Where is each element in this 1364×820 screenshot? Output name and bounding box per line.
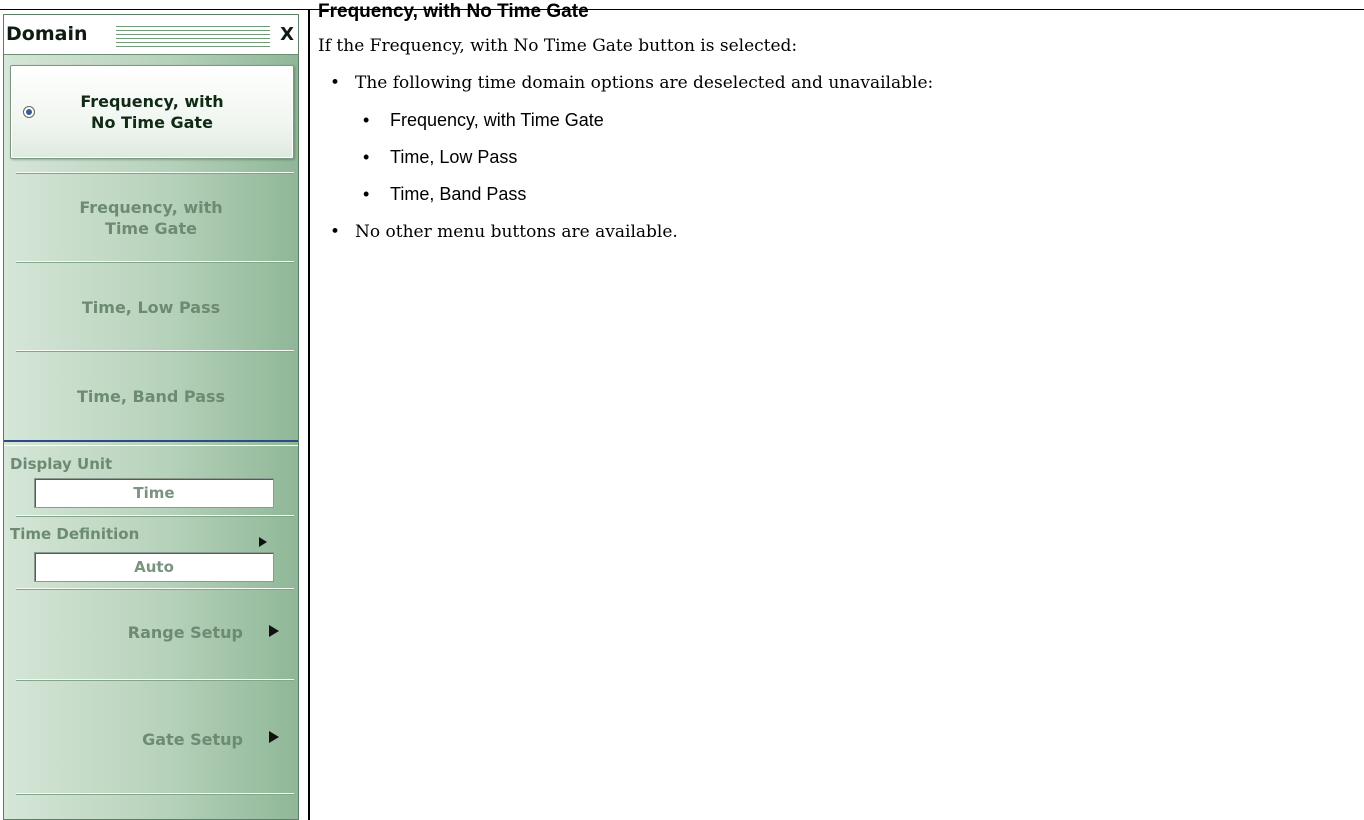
close-icon[interactable]: X [276, 24, 294, 45]
intro-text: If the Frequency, with No Time Gate butt… [318, 36, 798, 56]
separator [16, 588, 294, 590]
range-setup-button[interactable]: Range Setup [4, 591, 298, 678]
title-bar-grip [116, 26, 270, 48]
radio-selected-icon [23, 106, 35, 118]
display-unit-field[interactable]: Time [34, 478, 274, 508]
separator [16, 261, 294, 263]
table-top-rule [0, 9, 1364, 10]
bullet-text: The following time domain options are de… [355, 73, 934, 93]
time-low-pass-button[interactable]: Time, Low Pass [4, 264, 298, 350]
sub-bullet-text: Time, Low Pass [390, 147, 518, 167]
sub-bullet-text: Time, Band Pass [390, 184, 527, 204]
bullet-marker: • [330, 73, 341, 93]
button-label: Frequency, with No Time Gate [80, 92, 224, 132]
display-unit-label: Display Unit [10, 455, 113, 473]
button-label: Time, Low Pass [81, 297, 221, 317]
section-heading: Frequency, with No Time Gate [318, 1, 589, 22]
frequency-no-time-gate-button[interactable]: Frequency, with No Time Gate [10, 65, 294, 159]
separator [16, 350, 294, 352]
separator [16, 679, 294, 681]
gate-setup-button[interactable]: Gate Setup [4, 682, 298, 782]
frequency-time-gate-button[interactable]: Frequency, with Time Gate [4, 175, 298, 261]
separator [16, 172, 294, 174]
range-setup-label: Range Setup [127, 623, 243, 642]
bullet-text: No other menu buttons are available. [355, 222, 678, 242]
sub-bullet-marker: • [363, 184, 370, 204]
gate-setup-label: Gate Setup [142, 730, 243, 749]
submenu-arrow-icon [269, 731, 279, 743]
sub-bullet-text: Frequency, with Time Gate [390, 110, 604, 130]
submenu-arrow-icon [269, 625, 279, 637]
sub-bullet-marker: • [363, 110, 370, 130]
sub-bullet-marker: • [363, 147, 370, 167]
separator [16, 515, 294, 517]
time-band-pass-button[interactable]: Time, Band Pass [4, 353, 298, 439]
bullet-marker: • [330, 222, 341, 242]
menu-title-bar[interactable]: Domain X [4, 15, 298, 55]
section-separator [4, 440, 298, 446]
table-column-divider [308, 9, 310, 820]
separator [16, 793, 294, 795]
button-label: Time, Band Pass [76, 386, 226, 406]
time-definition-field[interactable]: Auto [34, 552, 274, 582]
domain-menu-panel: Domain X Frequency, with No Time Gate Fr… [3, 14, 299, 820]
time-definition-label: Time Definition [10, 525, 140, 543]
submenu-arrow-icon[interactable] [259, 537, 267, 547]
menu-title: Domain [6, 23, 94, 45]
button-label: Frequency, with Time Gate [79, 198, 223, 238]
